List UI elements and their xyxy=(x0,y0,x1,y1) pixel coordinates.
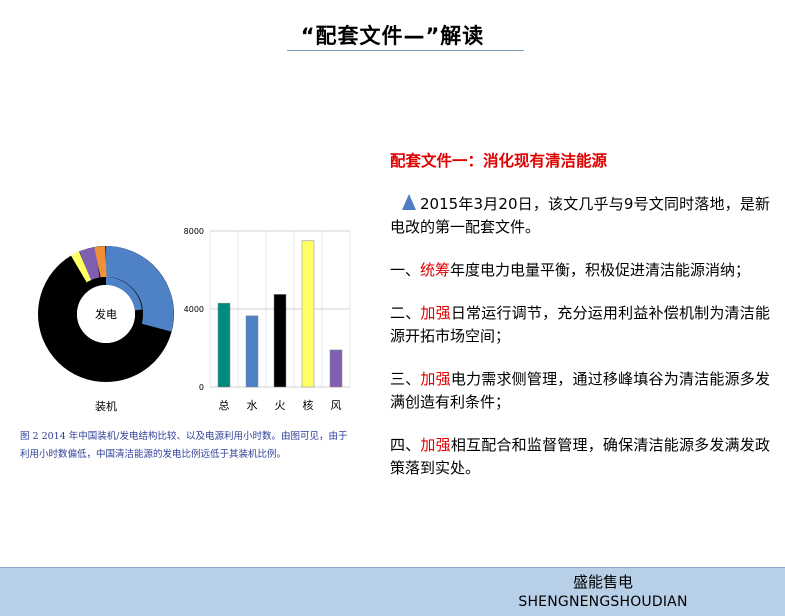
title-underline xyxy=(287,50,524,51)
item-keyword: 加强 xyxy=(420,304,451,322)
bar-chart: 0 4000 8000 总 水 火 核 风 xyxy=(184,227,351,412)
x-tick-label: 水 xyxy=(247,399,258,412)
y-tick-label: 4000 xyxy=(184,305,204,314)
donut-chart: 发电 装机 xyxy=(38,246,174,413)
triangle-bullet-icon xyxy=(402,194,416,210)
intro-paragraph: 2015年3月20日，该文几乎与9号文同时落地，是新电改的第一配套文件。 xyxy=(390,193,770,239)
bar-2 xyxy=(273,294,287,388)
x-tick-label: 总 xyxy=(219,398,230,412)
content-heading: 配套文件一：消化现有清洁能源 xyxy=(390,152,608,170)
bar-0 xyxy=(217,302,231,388)
list-item: 三、加强电力需求侧管理，通过移峰填谷为清洁能源多发满创造有利条件； xyxy=(390,368,770,414)
y-tick-label: 0 xyxy=(199,383,204,392)
item-keyword: 加强 xyxy=(420,370,451,388)
content-panel: 配套文件一：消化现有清洁能源 2015年3月20日，该文几乎与9号文同时落地，是… xyxy=(390,150,770,500)
figure-image: 发电 装机 0 4000 8000 总 水 火 核 风 图 2 2014 年中国装机/发电结构… xyxy=(14,222,366,484)
footer-company-cn: 盛能售电 xyxy=(572,573,633,591)
footer-company-en: SHENGNENGSHOUDIAN xyxy=(518,594,688,610)
figure-caption: 图 2 2014 年中国装机/发电结构比较、以及电源利用小时数。由图可见，由于 … xyxy=(20,428,362,464)
slide-title: “配套文件—”解读 xyxy=(300,24,485,48)
list-item: 四、加强相互配合和监督管理，确保清洁能源多发满发政策落到实处。 xyxy=(390,434,770,480)
item-prefix: 四、 xyxy=(390,436,421,454)
item-text: 年度电力电量平衡，积极促进清洁能源消纳； xyxy=(450,261,751,279)
donut-outer-other xyxy=(94,246,108,283)
caption-line-2: 利用小时数偏低，中国清洁能源的发电比例远低于其装机比例。 xyxy=(20,449,287,460)
intro-text: 2015年3月20日，该文几乎与9号文同时落地，是新电改的第一配套文件。 xyxy=(390,195,770,236)
x-tick-label: 核 xyxy=(303,398,314,412)
x-tick-label: 风 xyxy=(331,399,342,412)
donut-outer-wind xyxy=(79,247,101,285)
donut-center-label: 发电 xyxy=(95,307,117,321)
donut-outer-nuclear xyxy=(70,251,94,287)
y-tick-label: 8000 xyxy=(184,227,204,236)
donut-bottom-label: 装机 xyxy=(95,399,117,413)
list-item: 一、统筹年度电力电量平衡，积极促进清洁能源消纳； xyxy=(390,259,770,282)
bar-3 xyxy=(301,240,315,388)
item-prefix: 一、 xyxy=(390,261,421,279)
bar-4 xyxy=(329,349,343,388)
item-prefix: 三、 xyxy=(390,370,421,388)
item-keyword: 统筹 xyxy=(420,261,451,279)
caption-line-1: 图 2 2014 年中国装机/发电结构比较、以及电源利用小时数。由图可见，由于 xyxy=(20,431,348,442)
bar-1 xyxy=(245,315,259,388)
x-tick-label: 火 xyxy=(275,399,286,412)
item-prefix: 二、 xyxy=(390,304,421,322)
list-item: 二、加强日常运行调节，充分运用利益补偿机制为清洁能源开拓市场空间； xyxy=(390,302,770,348)
item-keyword: 加强 xyxy=(420,436,451,454)
